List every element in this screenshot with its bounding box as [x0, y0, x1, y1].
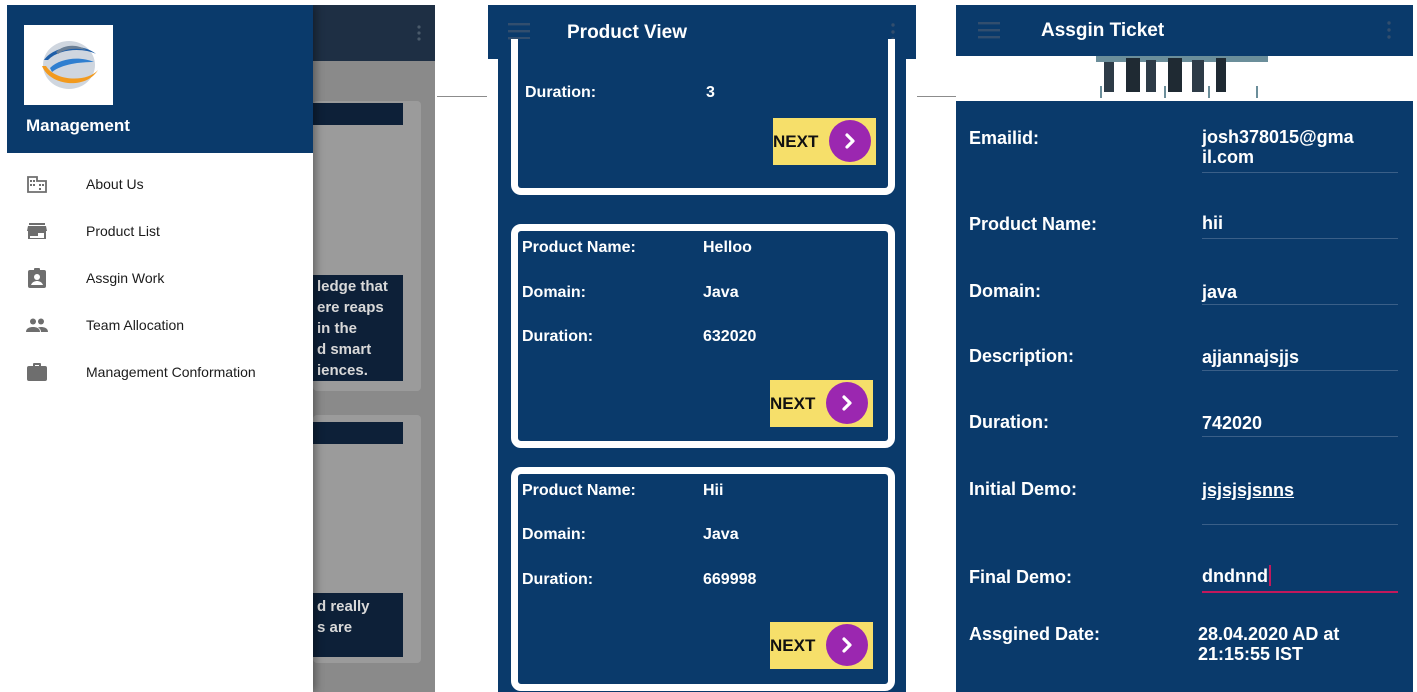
store-icon — [25, 219, 49, 243]
background-card-text: ledge that ere reaps in the d smart ienc… — [317, 278, 388, 379]
duration-value: 632020 — [703, 328, 757, 345]
duration-value: 3 — [706, 84, 715, 101]
drawer-item-assgin-work[interactable]: Assgin Work — [7, 258, 313, 298]
next-button[interactable]: NEXT — [770, 622, 873, 669]
more-vert-icon — [417, 25, 421, 41]
background-card-header — [313, 422, 403, 444]
assignment-ind-icon — [25, 266, 49, 290]
hamburger-menu-icon[interactable] — [508, 22, 530, 40]
page-title: Assgin Ticket — [1041, 20, 1165, 41]
next-button[interactable]: NEXT — [773, 118, 876, 165]
drawer-item-about-us[interactable]: About Us — [7, 164, 313, 204]
next-button[interactable]: NEXT — [770, 380, 873, 427]
domain-value[interactable]: java — [1202, 282, 1237, 302]
final-demo-input[interactable]: dndnnd — [1202, 566, 1268, 586]
domain-value: Java — [703, 526, 739, 543]
drawer-item-team-allocation[interactable]: Team Allocation — [7, 305, 313, 345]
chevron-right-icon — [829, 120, 871, 162]
product-name-label: Product Name: — [522, 239, 636, 256]
duration-label: Duration: — [969, 412, 1049, 432]
product-name-value: Hii — [703, 482, 724, 499]
duration-value: 669998 — [703, 571, 757, 588]
duration-label: Duration: — [525, 84, 597, 101]
domain-label: Domain: — [522, 526, 586, 543]
product-list: Duration: 3 NEXT Product Name: Helloo Do… — [498, 39, 906, 692]
next-label: NEXT — [773, 132, 819, 151]
final-demo-label: Final Demo: — [969, 567, 1073, 587]
description-label: Description: — [969, 346, 1075, 366]
globe-logo-icon — [41, 41, 98, 89]
emailid-label: Emailid: — [969, 128, 1040, 148]
assgined-date-label: Assgined Date: — [969, 624, 1101, 644]
team-meeting-banner — [956, 56, 1413, 101]
product-card: Duration: 3 NEXT — [511, 39, 895, 195]
drawer-item-label: About Us — [86, 176, 144, 192]
drawer-item-product-list[interactable]: Product List — [7, 211, 313, 251]
divider-line — [917, 96, 956, 97]
next-label: NEXT — [770, 636, 816, 655]
chevron-right-icon — [826, 382, 868, 424]
drawer-item-management-conformation[interactable]: Management Conformation — [7, 352, 313, 392]
background-card-text: d really s are — [317, 598, 370, 636]
domain-label: Domain: — [969, 281, 1041, 301]
emailid-value[interactable]: josh378015@gma il.com — [1202, 127, 1354, 167]
people-icon — [25, 313, 49, 337]
domain-label: Domain: — [522, 284, 586, 301]
duration-label: Duration: — [522, 328, 594, 345]
more-vert-icon[interactable] — [1387, 21, 1391, 39]
product-name-underline — [1202, 238, 1398, 239]
hamburger-menu-icon[interactable] — [978, 21, 1000, 39]
description-underline — [1202, 370, 1398, 371]
duration-label: Duration: — [522, 571, 594, 588]
drawer-item-label: Product List — [86, 223, 160, 239]
next-label: NEXT — [770, 394, 816, 413]
description-value[interactable]: ajjannajsjjs — [1202, 347, 1299, 367]
chevron-right-icon — [826, 624, 868, 666]
product-view-screen: Product View Duration: 3 NEXT Product Na… — [488, 5, 916, 692]
initial-demo-value[interactable]: jsjsjsjsnns — [1202, 480, 1294, 500]
product-name-label: Product Name: — [969, 214, 1098, 234]
product-card: Product Name: Helloo Domain: Java Durati… — [511, 224, 895, 448]
text-cursor — [1269, 565, 1271, 586]
company-logo — [24, 25, 113, 105]
assign-ticket-screen: Assgin Ticket Emailid: josh378015@gma il… — [956, 5, 1413, 692]
briefcase-icon — [25, 360, 49, 384]
assgined-date-value: 28.04.2020 AD at 21:15:55 IST — [1198, 624, 1340, 664]
domain-underline — [1202, 304, 1398, 305]
initial-demo-underline — [1202, 524, 1398, 525]
emailid-underline — [1202, 172, 1398, 173]
product-name-value: Helloo — [703, 239, 752, 256]
drawer-header: Management — [7, 5, 313, 153]
final-demo-underline — [1202, 591, 1398, 593]
product-name-value[interactable]: hii — [1202, 213, 1223, 233]
duration-value[interactable]: 742020 — [1202, 413, 1262, 433]
domain-value: Java — [703, 284, 739, 301]
duration-underline — [1202, 436, 1398, 437]
drawer-title: Management — [26, 116, 130, 135]
drawer-item-label: Assgin Work — [86, 270, 165, 286]
team-meeting-illustration — [1096, 56, 1268, 98]
app-toolbar: Assgin Ticket — [956, 5, 1413, 56]
divider-line — [437, 96, 487, 97]
background-toolbar — [313, 5, 435, 61]
product-card: Product Name: Hii Domain: Java Duration:… — [511, 467, 895, 691]
navigation-drawer: Management About Us Product List Assgin … — [7, 5, 313, 692]
navigation-drawer-screen: ledge that ere reaps in the d smart ienc… — [7, 5, 435, 692]
building-icon — [25, 172, 49, 196]
initial-demo-label: Initial Demo: — [969, 479, 1078, 499]
background-card-header — [313, 103, 403, 125]
product-name-label: Product Name: — [522, 482, 636, 499]
drawer-item-label: Management Conformation — [86, 364, 256, 380]
drawer-item-label: Team Allocation — [86, 317, 185, 333]
